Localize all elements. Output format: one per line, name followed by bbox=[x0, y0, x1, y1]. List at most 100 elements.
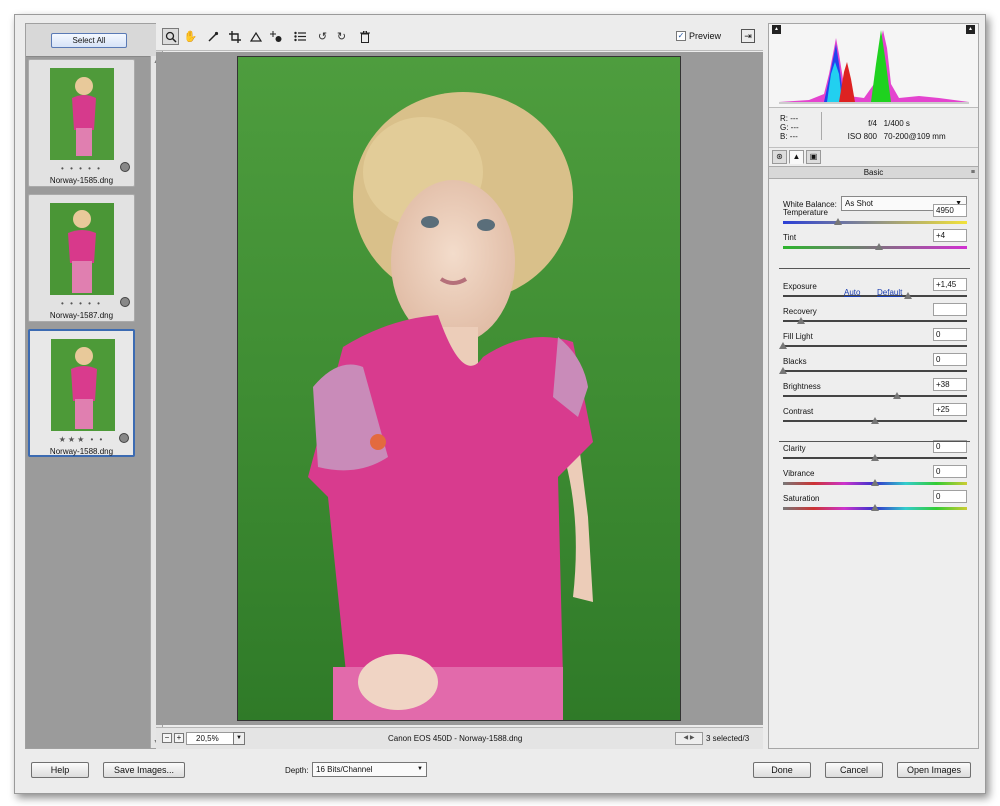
tab-basic-icon[interactable]: ▲ bbox=[789, 150, 804, 164]
slider-label: Brightness bbox=[783, 382, 821, 391]
slider-track[interactable] bbox=[783, 395, 967, 397]
zoom-dropdown-icon[interactable]: ▼ bbox=[233, 732, 245, 745]
exif-info: f/4 1/400 s ISO 800 70-200@109 mm bbox=[845, 117, 965, 143]
auto-link[interactable]: Auto bbox=[844, 288, 860, 297]
slider-label: Vibrance bbox=[783, 469, 815, 478]
adjusted-badge-icon bbox=[119, 433, 129, 443]
thumbnail-3[interactable]: ★★★ • • Norway-1588.dng bbox=[28, 329, 135, 457]
redeye-icon[interactable] bbox=[268, 28, 285, 45]
image-preview-area[interactable] bbox=[156, 52, 763, 725]
straighten-icon[interactable] bbox=[247, 28, 264, 45]
red-readout: R: --- bbox=[780, 114, 799, 123]
zoom-level-field[interactable]: 20,5% bbox=[186, 732, 234, 745]
slider-thumb[interactable] bbox=[871, 454, 879, 461]
slider-recovery[interactable]: Recovery bbox=[783, 303, 967, 329]
rating-stars[interactable]: • • • • • bbox=[29, 164, 134, 173]
statusbar: − + 20,5% ▼ Canon EOS 450D - Norway-1588… bbox=[156, 727, 763, 749]
slider-value-field[interactable]: +4 bbox=[933, 229, 967, 242]
slider-saturation[interactable]: Saturation 0 bbox=[783, 490, 967, 516]
slider-thumb[interactable] bbox=[834, 218, 843, 225]
adjustments-panel: ▲ ▲ R: --- G: --- B: --- f/4 1/400 s ISO bbox=[768, 23, 979, 749]
thumbnail-2[interactable]: • • • • • Norway-1587.dng bbox=[28, 194, 135, 322]
chevron-down-icon: ▼ bbox=[417, 766, 423, 772]
panel-menu-icon[interactable]: ≡ bbox=[971, 167, 975, 178]
iso: ISO 800 bbox=[847, 132, 877, 141]
slider-label: Clarity bbox=[783, 444, 806, 453]
preview-toggle[interactable]: ✓ Preview bbox=[675, 31, 721, 41]
slider-value-field[interactable]: +25 bbox=[933, 403, 967, 416]
slider-track[interactable] bbox=[783, 221, 967, 224]
list-icon[interactable] bbox=[291, 28, 308, 45]
slider-label: Exposure bbox=[783, 282, 817, 291]
slider-thumb[interactable] bbox=[893, 392, 902, 399]
crop-icon[interactable] bbox=[226, 28, 243, 45]
slider-clarity[interactable]: Clarity 0 bbox=[783, 440, 967, 466]
slider-thumb[interactable] bbox=[874, 243, 883, 250]
slider-value-field[interactable]: 0 bbox=[933, 490, 967, 503]
slider-value-field[interactable]: 4950 bbox=[933, 204, 967, 217]
slider-thumb[interactable] bbox=[779, 342, 787, 349]
thumbnail-filename: Norway-1585.dng bbox=[49, 176, 114, 185]
slider-thumb[interactable] bbox=[871, 504, 879, 511]
fullscreen-icon[interactable]: ⇥ bbox=[741, 29, 755, 43]
slider-exposure[interactable]: Exposure +1,45 bbox=[783, 278, 967, 304]
filmstrip-list: • • • • • Norway-1585.dng • • • • • Norw… bbox=[26, 56, 150, 748]
panel-tabs: ⊛ ▲ ▣ bbox=[769, 149, 978, 165]
section-basic-header: Basic ≡ bbox=[769, 166, 978, 179]
camera-info: Canon EOS 450D - Norway-1588.dng bbox=[388, 734, 523, 743]
trash-icon[interactable] bbox=[356, 28, 373, 45]
slider-value-field[interactable]: +1,45 bbox=[933, 278, 967, 291]
slider-contrast[interactable]: Contrast +25 bbox=[783, 403, 967, 429]
zoom-out-button[interactable]: − bbox=[162, 733, 172, 743]
slider-value-field[interactable]: +38 bbox=[933, 378, 967, 391]
slider-value-field[interactable]: 0 bbox=[933, 465, 967, 478]
cancel-button[interactable]: Cancel bbox=[825, 762, 883, 778]
slider-track[interactable] bbox=[783, 295, 967, 297]
slider-thumb[interactable] bbox=[871, 417, 879, 424]
slider-fill-light[interactable]: Fill Light 0 bbox=[779, 328, 967, 354]
zoom-in-button[interactable]: + bbox=[174, 733, 184, 743]
slider-thumb[interactable] bbox=[904, 292, 913, 299]
tab-camera-calibration-icon[interactable]: ⊛ bbox=[772, 150, 787, 164]
zoom-icon[interactable] bbox=[162, 28, 179, 45]
slider-track[interactable] bbox=[783, 370, 967, 372]
slider-track[interactable] bbox=[783, 345, 967, 347]
blue-readout: B: --- bbox=[780, 132, 798, 141]
thumbnail-1[interactable]: • • • • • Norway-1585.dng bbox=[28, 59, 135, 187]
slider-thumb[interactable] bbox=[779, 367, 787, 374]
rotate-left-icon[interactable]: ↺ bbox=[314, 28, 331, 45]
save-images-button[interactable]: Save Images... bbox=[103, 762, 185, 778]
slider-value-field[interactable]: 0 bbox=[933, 328, 967, 341]
slider-tint[interactable]: Tint +4 bbox=[783, 229, 967, 255]
preview-photo[interactable] bbox=[237, 56, 681, 721]
lens: 70-200@109 mm bbox=[883, 132, 946, 141]
slider-brightness[interactable]: Brightness +38 bbox=[783, 378, 967, 404]
help-button[interactable]: Help bbox=[31, 762, 89, 778]
hand-icon[interactable]: ✋ bbox=[182, 28, 199, 45]
slider-label: Recovery bbox=[783, 307, 817, 316]
shutter-speed: 1/400 s bbox=[883, 119, 910, 128]
select-all-button[interactable]: Select All bbox=[51, 33, 127, 48]
slider-track[interactable] bbox=[783, 320, 967, 322]
depth-select[interactable]: 16 Bits/Channel ▼ bbox=[312, 762, 427, 777]
default-link[interactable]: Default bbox=[877, 288, 902, 297]
slider-value-field[interactable]: 0 bbox=[933, 353, 967, 366]
slider-thumb[interactable] bbox=[871, 479, 879, 486]
slider-thumb[interactable] bbox=[797, 317, 806, 324]
slider-vibrance[interactable]: Vibrance 0 bbox=[783, 465, 967, 491]
slider-temperature[interactable]: Temperature 4950 bbox=[783, 204, 967, 230]
rgb-values: R: --- G: --- B: --- bbox=[780, 114, 799, 141]
tab-camera-icon[interactable]: ▣ bbox=[806, 150, 821, 164]
preview-checkbox[interactable]: ✓ bbox=[675, 31, 686, 41]
done-button[interactable]: Done bbox=[753, 762, 811, 778]
slider-blacks[interactable]: Blacks 0 bbox=[779, 353, 967, 379]
open-images-button[interactable]: Open Images bbox=[897, 762, 971, 778]
white-balance-icon[interactable] bbox=[204, 28, 221, 45]
slider-value-field[interactable] bbox=[933, 303, 967, 316]
rating-stars[interactable]: • • • • • bbox=[29, 299, 134, 308]
depth-label: Depth: bbox=[285, 766, 309, 775]
rating-stars[interactable]: ★★★ • • bbox=[30, 435, 133, 444]
rotate-right-icon[interactable]: ↻ bbox=[333, 28, 350, 45]
depth-value: 16 Bits/Channel bbox=[316, 765, 373, 774]
image-nav-arrows[interactable]: ◀ ▶ bbox=[675, 732, 703, 745]
